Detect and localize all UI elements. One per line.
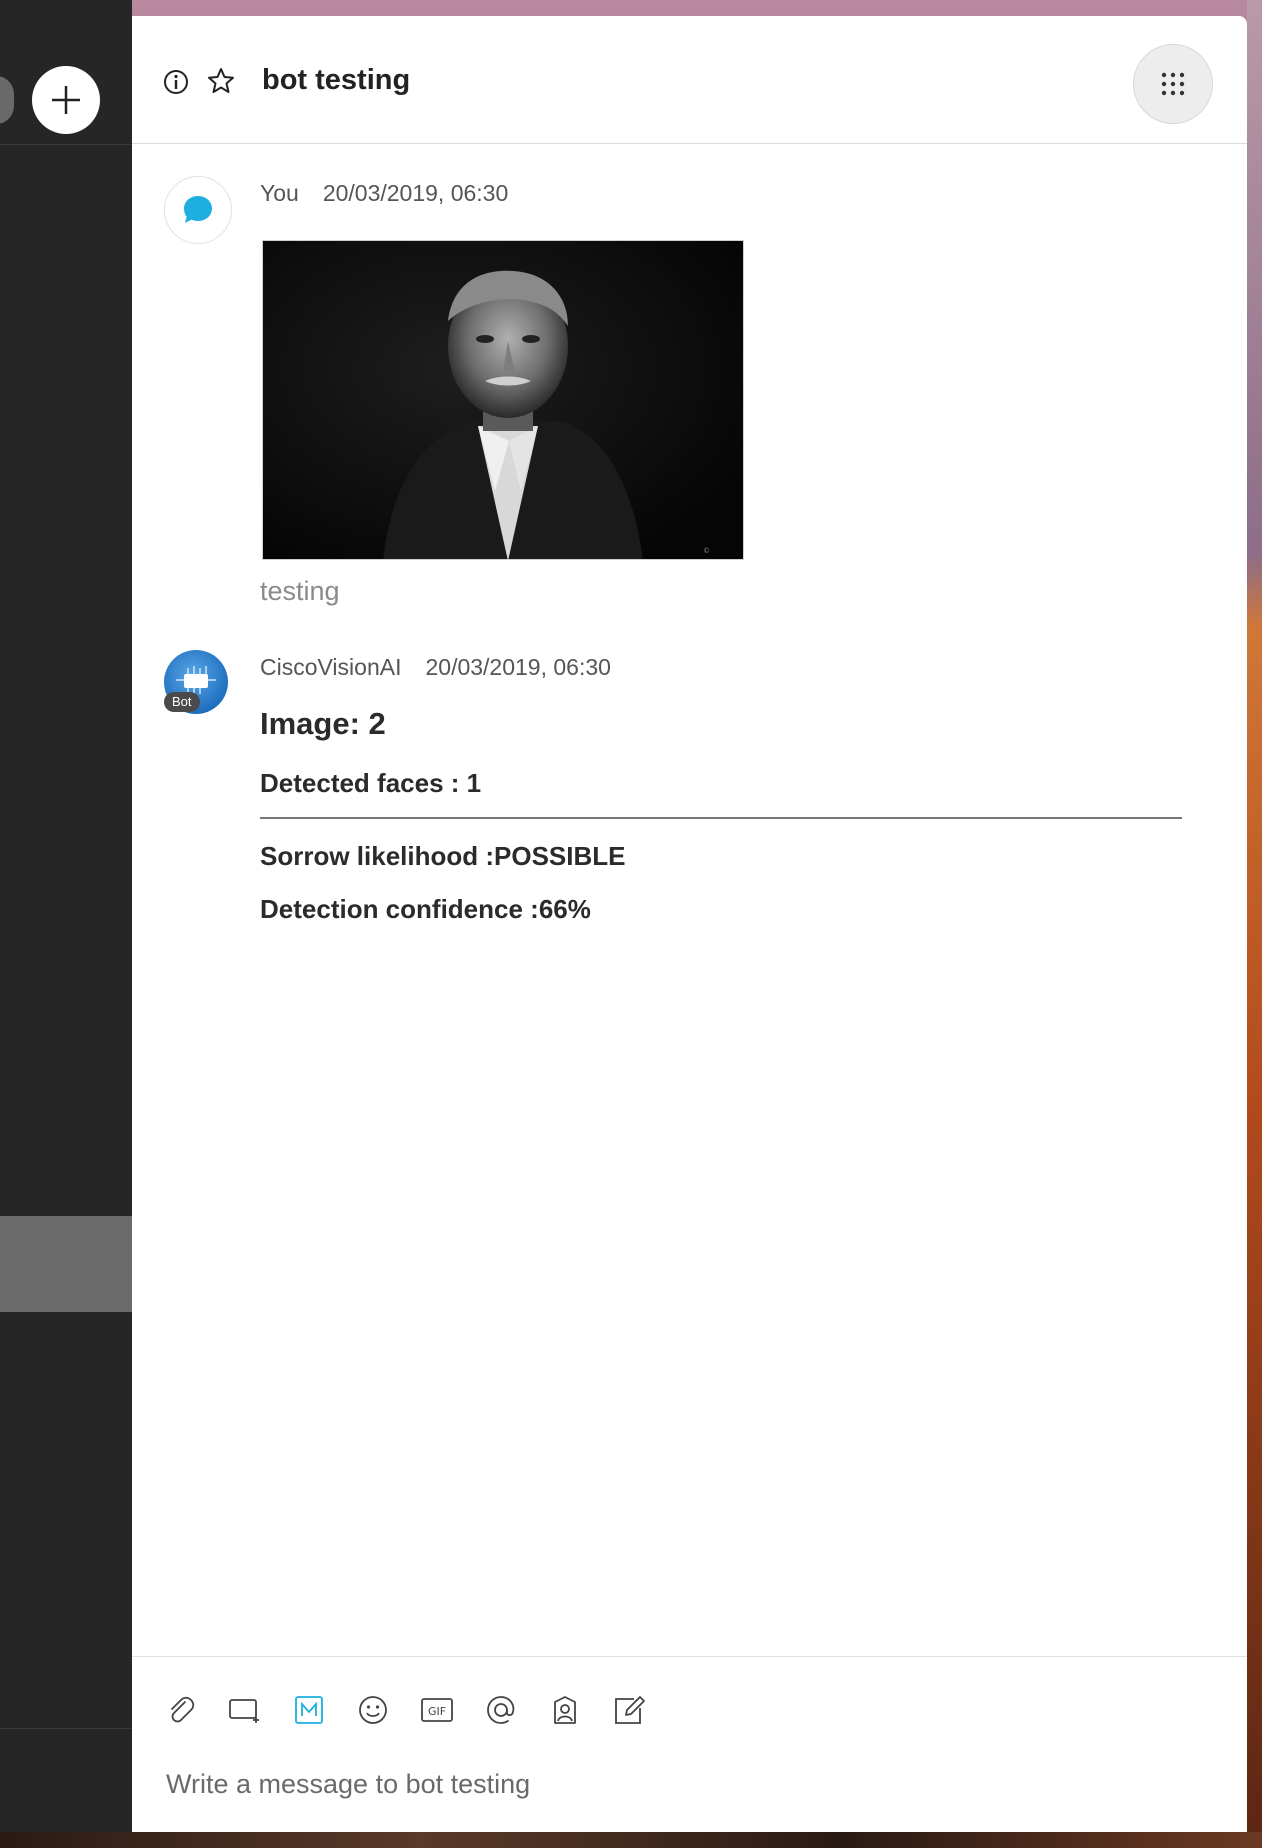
desktop-background-bottom: [0, 1832, 1262, 1848]
svg-text:©: ©: [703, 547, 710, 555]
emoji-icon: [359, 1696, 387, 1724]
attach-file-button[interactable]: [164, 1693, 198, 1727]
markdown-toggle-button[interactable]: [292, 1693, 326, 1727]
result-line: Detection confidence :66%: [260, 894, 591, 924]
message-caption: testing: [260, 576, 340, 606]
emoji-button[interactable]: [356, 1693, 390, 1727]
whiteboard-button[interactable]: [612, 1693, 646, 1727]
contact-icon: [554, 1696, 576, 1724]
markdown-icon: [295, 1696, 323, 1724]
message-input[interactable]: Write a message to bot testing: [166, 1769, 530, 1800]
mention-icon: [487, 1696, 515, 1724]
message-timestamp: 20/03/2019, 06:30: [322, 180, 509, 206]
sidebar-divider: [0, 1728, 132, 1729]
share-screen-icon: [229, 1699, 259, 1723]
user-avatar-pill[interactable]: [0, 76, 14, 124]
sender-name: You: [260, 180, 299, 206]
conversation-panel: bot testing You 20/03/2019, 06:30 © test…: [132, 16, 1247, 1832]
grid-dots-icon: [1161, 72, 1185, 96]
contact-button[interactable]: [548, 1693, 582, 1727]
space-title: bot testing: [262, 64, 411, 96]
gif-button[interactable]: GIF: [420, 1693, 454, 1727]
shared-image[interactable]: ©: [262, 240, 744, 560]
avatar[interactable]: [164, 176, 232, 244]
message-you: You 20/03/2019, 06:30 © testing: [132, 176, 1247, 636]
sidebar-header: [0, 0, 132, 145]
chat-bubble-icon: [184, 196, 212, 223]
apps-menu-button[interactable]: [1133, 44, 1213, 124]
info-icon[interactable]: [162, 68, 190, 96]
mention-button[interactable]: [484, 1693, 518, 1727]
desktop-background: [1247, 0, 1262, 1848]
gif-icon: GIF: [421, 1698, 453, 1722]
paperclip-icon: [171, 1696, 195, 1723]
space-header: bot testing: [132, 16, 1247, 144]
message-timestamp: 20/03/2019, 06:30: [425, 654, 611, 680]
message-meta: CiscoVisionAI 20/03/2019, 06:30: [260, 654, 611, 681]
sidebar: [0, 0, 132, 1832]
plus-icon: [52, 86, 80, 114]
sidebar-item-selected[interactable]: [0, 1216, 132, 1312]
message-bot: Bot CiscoVisionAI 20/03/2019, 06:30 Image…: [132, 650, 1247, 924]
composer-toolbar: GIF: [164, 1693, 646, 1727]
bot-message-body: Image: 2 Detected faces : 1 Sorrow likel…: [260, 706, 1182, 947]
svg-text:GIF: GIF: [428, 1705, 446, 1718]
message-composer: GIF Write a message to bot testing: [132, 1656, 1247, 1832]
portrait-photo: ©: [263, 241, 743, 559]
result-line: Sorrow likelihood :POSSIBLE: [260, 841, 626, 871]
divider: [260, 817, 1182, 819]
share-screen-button[interactable]: [228, 1693, 262, 1727]
add-space-button[interactable]: [32, 66, 100, 134]
bot-avatar[interactable]: Bot: [164, 650, 228, 714]
star-icon[interactable]: [206, 66, 236, 96]
sender-name: CiscoVisionAI: [260, 654, 402, 680]
result-heading: Image: 2: [260, 706, 386, 741]
edit-icon: [615, 1696, 645, 1724]
bot-badge: Bot: [164, 692, 200, 712]
message-meta: You 20/03/2019, 06:30: [260, 180, 508, 207]
result-subheading: Detected faces : 1: [260, 768, 482, 798]
